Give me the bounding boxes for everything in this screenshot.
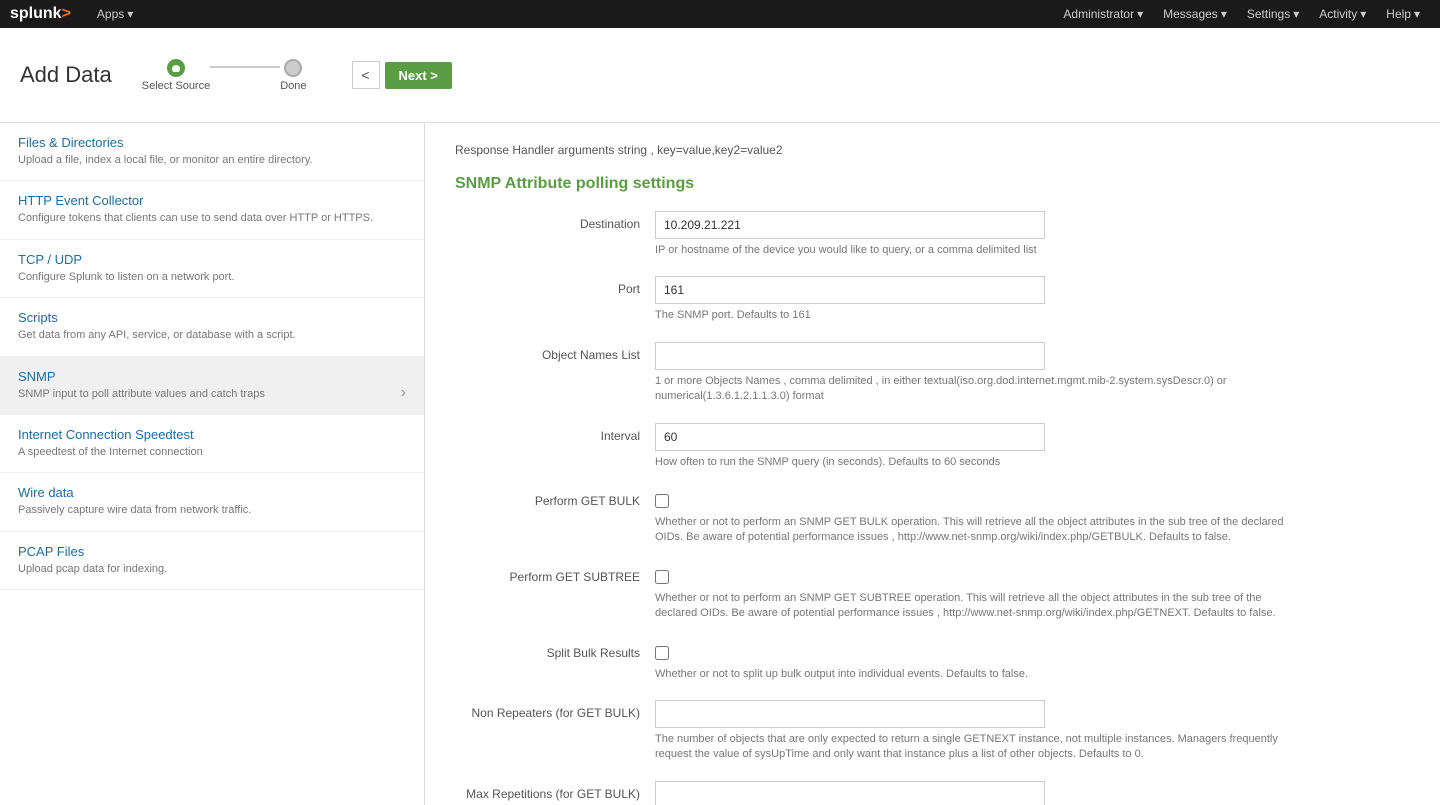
step-circle-source [167,59,185,77]
form-fields: DestinationIP or hostname of the device … [455,211,1410,805]
sidebar-item-title-5: Internet Connection Speedtest [18,427,406,442]
main-layout: Files & Directories Upload a file, index … [0,123,1440,805]
form-row-5: Perform GET SUBTREEWhether or not to per… [455,564,1410,622]
activity-menu[interactable]: Activity [1309,0,1376,28]
form-hint-3: How often to run the SNMP query (in seco… [655,455,1305,470]
form-row-8: Max Repetitions (for GET BULK)The number… [455,781,1410,805]
form-checkbox-6[interactable] [655,646,669,660]
form-input-7[interactable] [655,700,1045,728]
form-row-0: DestinationIP or hostname of the device … [455,211,1410,258]
form-field-5: Whether or not to perform an SNMP GET SU… [655,564,1410,622]
step-label-done: Done [280,80,306,92]
sidebar-item-4[interactable]: SNMP SNMP input to poll attribute values … [0,357,424,415]
page-title: Add Data [20,62,112,88]
sidebar-item-desc-0: Upload a file, index a local file, or mo… [18,153,406,168]
form-row-6: Split Bulk ResultsWhether or not to spli… [455,640,1410,682]
sidebar-item-title-0: Files & Directories [18,135,406,150]
form-hint-5: Whether or not to perform an SNMP GET SU… [655,591,1305,622]
wizard-nav: < Next > [352,61,452,89]
wizard-steps: Select Source Done [142,59,307,92]
form-field-4: Whether or not to perform an SNMP GET BU… [655,488,1410,546]
form-checkbox-4[interactable] [655,494,669,508]
form-input-8[interactable] [655,781,1045,805]
apps-menu[interactable]: Apps [87,0,143,28]
form-hint-7: The number of objects that are only expe… [655,732,1305,763]
sidebar: Files & Directories Upload a file, index … [0,123,425,805]
sidebar-item-desc-5: A speedtest of the Internet connection [18,445,406,460]
form-hint-0: IP or hostname of the device you would l… [655,243,1305,258]
form-field-0: IP or hostname of the device you would l… [655,211,1410,258]
form-input-3[interactable] [655,423,1045,451]
form-field-6: Whether or not to split up bulk output i… [655,640,1410,682]
form-field-1: The SNMP port. Defaults to 161 [655,276,1410,323]
sidebar-item-title-6: Wire data [18,485,406,500]
sidebar-item-title-2: TCP / UDP [18,252,406,267]
sidebar-item-title-4: SNMP [18,369,406,384]
form-label-0: Destination [455,211,655,231]
step-circle-done [284,59,302,77]
form-label-3: Interval [455,423,655,443]
step-line [210,66,280,68]
form-checkbox-5[interactable] [655,570,669,584]
form-input-0[interactable] [655,211,1045,239]
form-label-8: Max Repetitions (for GET BULK) [455,781,655,801]
sidebar-item-6[interactable]: Wire data Passively capture wire data fro… [0,473,424,531]
sidebar-item-7[interactable]: PCAP Files Upload pcap data for indexing. [0,532,424,590]
form-input-2[interactable] [655,342,1045,370]
splunk-logo: splunk> [10,5,71,23]
step-label-source: Select Source [142,80,210,92]
form-input-1[interactable] [655,276,1045,304]
next-button[interactable]: Next > [385,62,452,89]
topnav-left: splunk> Apps [10,0,143,28]
form-hint-4: Whether or not to perform an SNMP GET BU… [655,515,1305,546]
top-navigation: splunk> Apps Administrator Messages Sett… [0,0,1440,28]
form-label-7: Non Repeaters (for GET BULK) [455,700,655,720]
form-label-2: Object Names List [455,342,655,362]
sidebar-item-desc-7: Upload pcap data for indexing. [18,562,406,577]
sidebar-item-desc-4: SNMP input to poll attribute values and … [18,387,406,402]
sidebar-item-desc-2: Configure Splunk to listen on a network … [18,270,406,285]
sidebar-item-2[interactable]: TCP / UDP Configure Splunk to listen on a… [0,240,424,298]
sidebar-item-title-7: PCAP Files [18,544,406,559]
form-row-4: Perform GET BULKWhether or not to perfor… [455,488,1410,546]
sidebar-item-desc-6: Passively capture wire data from network… [18,503,406,518]
form-hint-6: Whether or not to split up bulk output i… [655,667,1305,682]
form-row-2: Object Names List1 or more Objects Names… [455,342,1410,405]
sidebar-item-desc-1: Configure tokens that clients can use to… [18,211,406,226]
topnav-right: Administrator Messages Settings Activity… [1053,0,1430,28]
page-header: Add Data Select Source Done < Next > [0,28,1440,123]
sidebar-item-title-3: Scripts [18,310,406,325]
form-row-1: PortThe SNMP port. Defaults to 161 [455,276,1410,323]
wizard-step-done: Done [280,59,306,92]
form-field-3: How often to run the SNMP query (in seco… [655,423,1410,470]
form-label-1: Port [455,276,655,296]
help-menu[interactable]: Help [1376,0,1430,28]
form-row-7: Non Repeaters (for GET BULK)The number o… [455,700,1410,763]
form-label-6: Split Bulk Results [455,640,655,660]
form-field-8: The number of objects that should be ret… [655,781,1410,805]
form-hint-2: 1 or more Objects Names , comma delimite… [655,374,1305,405]
form-hint-1: The SNMP port. Defaults to 161 [655,308,1305,323]
sidebar-item-1[interactable]: HTTP Event Collector Configure tokens tha… [0,181,424,239]
snmp-section-title: SNMP Attribute polling settings [455,175,1410,193]
sidebar-item-5[interactable]: Internet Connection Speedtest A speedtest… [0,415,424,473]
sidebar-item-title-1: HTTP Event Collector [18,193,406,208]
form-label-4: Perform GET BULK [455,488,655,508]
prev-button[interactable]: < [352,61,380,89]
wizard-step-source: Select Source [142,59,210,92]
main-content: Response Handler arguments string , key=… [425,123,1440,805]
sidebar-item-0[interactable]: Files & Directories Upload a file, index … [0,123,424,181]
form-row-3: IntervalHow often to run the SNMP query … [455,423,1410,470]
sidebar-item-arrow-4: › [401,384,406,402]
sidebar-item-desc-3: Get data from any API, service, or datab… [18,328,406,343]
form-field-2: 1 or more Objects Names , comma delimite… [655,342,1410,405]
response-handler-text: Response Handler arguments string , key=… [455,143,1410,157]
messages-menu[interactable]: Messages [1153,0,1237,28]
form-field-7: The number of objects that are only expe… [655,700,1410,763]
sidebar-item-3[interactable]: Scripts Get data from any API, service, o… [0,298,424,356]
settings-menu[interactable]: Settings [1237,0,1309,28]
form-label-5: Perform GET SUBTREE [455,564,655,584]
administrator-menu[interactable]: Administrator [1053,0,1153,28]
